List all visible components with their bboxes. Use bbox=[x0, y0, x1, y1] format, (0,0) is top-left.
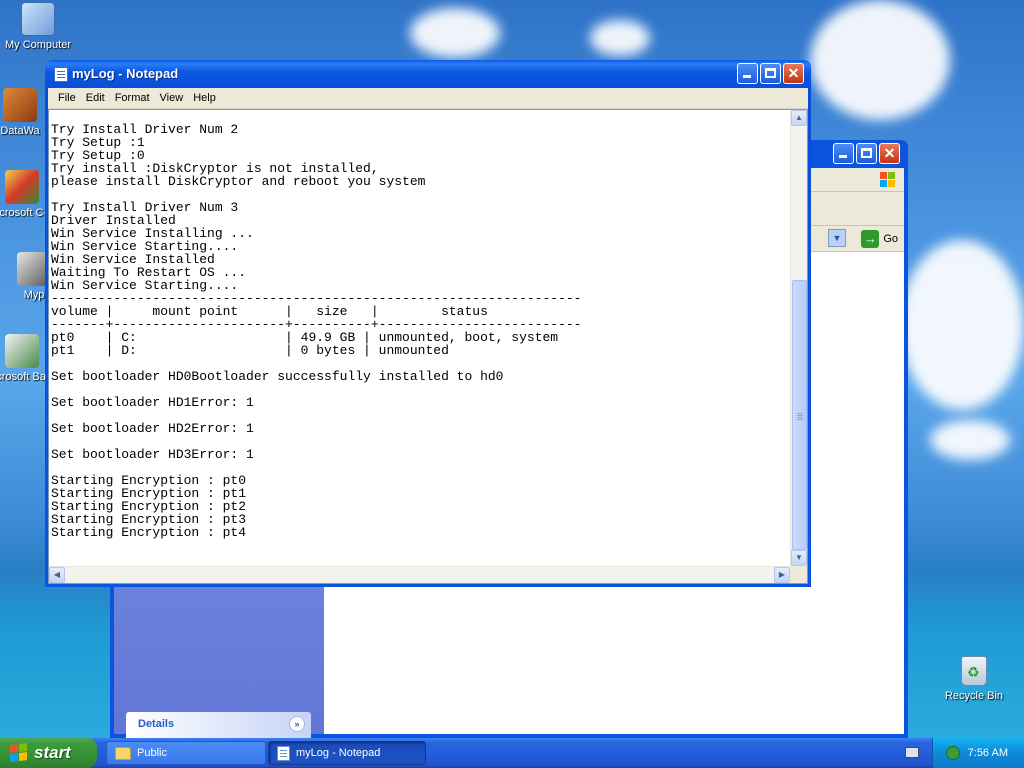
menu-file[interactable]: File bbox=[53, 92, 81, 104]
horizontal-scrollbar[interactable]: ◀ ▶ bbox=[49, 566, 790, 583]
scrollbar-thumb[interactable] bbox=[792, 280, 807, 550]
text-line: Set bootloader HD3Error: 1 bbox=[51, 447, 254, 462]
desktop-icon-recycle-bin[interactable]: Recycle Bin bbox=[938, 656, 1010, 702]
resize-grip[interactable] bbox=[790, 566, 807, 583]
maximize-button[interactable] bbox=[760, 63, 781, 84]
chevron-down-icon[interactable]: » bbox=[289, 716, 305, 732]
shortcut-icon bbox=[5, 334, 39, 368]
notepad-icon bbox=[277, 745, 290, 761]
scroll-left-button[interactable]: ◀ bbox=[49, 567, 65, 583]
shortcut-icon bbox=[3, 88, 37, 122]
cloud bbox=[900, 240, 1024, 410]
taskbar: start Public myLog - Notepad 7:56 AM bbox=[0, 738, 1024, 768]
clock[interactable]: 7:56 AM bbox=[968, 747, 1008, 759]
go-label: Go bbox=[883, 233, 898, 245]
minimize-button[interactable] bbox=[833, 143, 854, 164]
taskbar-button-label: myLog - Notepad bbox=[296, 747, 381, 759]
text-line: Set bootloader HD0Bootloader successfull… bbox=[51, 369, 504, 384]
editor-text[interactable]: Try Install Driver Num 2 Try Setup :1 Try … bbox=[51, 123, 787, 563]
minimize-button[interactable] bbox=[737, 63, 758, 84]
taskbar-button-label: Public bbox=[137, 747, 167, 759]
scroll-up-button[interactable]: ▲ bbox=[791, 110, 807, 126]
notepad-window[interactable]: myLog - Notepad ✕ File Edit Format View … bbox=[45, 60, 811, 587]
notepad-menu-bar: File Edit Format View Help bbox=[48, 88, 808, 109]
go-button[interactable]: → Go bbox=[861, 229, 898, 249]
text-line: please install DiskCryptor and reboot yo… bbox=[51, 174, 426, 189]
details-label: Details bbox=[138, 718, 175, 730]
start-button[interactable]: start bbox=[0, 738, 97, 768]
window-title: myLog - Notepad bbox=[72, 66, 179, 81]
start-label: start bbox=[34, 743, 71, 762]
text-editor[interactable]: Try Install Driver Num 2 Try Setup :1 Try … bbox=[48, 109, 808, 584]
scroll-down-button[interactable]: ▼ bbox=[791, 550, 807, 566]
text-line: pt1 | D: | 0 bytes | unmounted bbox=[51, 343, 449, 358]
maximize-button[interactable] bbox=[856, 143, 877, 164]
text-line: Try Install Driver Num 2 bbox=[51, 123, 239, 137]
cloud bbox=[930, 420, 1010, 460]
notepad-icon bbox=[54, 67, 68, 82]
menu-view[interactable]: View bbox=[155, 92, 189, 104]
scroll-right-button[interactable]: ▶ bbox=[774, 567, 790, 583]
recycle-bin-icon bbox=[961, 656, 987, 686]
go-arrow-icon: → bbox=[861, 230, 880, 248]
text-line: Try Setup :1 bbox=[51, 135, 145, 150]
network-icon[interactable] bbox=[945, 746, 960, 760]
taskbar-button-notepad[interactable]: myLog - Notepad bbox=[268, 741, 426, 765]
details-panel-header[interactable]: Details » bbox=[126, 712, 311, 738]
keyboard-icon[interactable] bbox=[905, 747, 919, 758]
vertical-scrollbar[interactable]: ▲ ▼ bbox=[790, 110, 807, 566]
desktop-icon-my-computer[interactable]: My Computer bbox=[0, 2, 78, 51]
desktop-icon-label: Recycle Bin bbox=[944, 690, 1004, 702]
text-line: Set bootloader HD2Error: 1 bbox=[51, 421, 254, 436]
cloud bbox=[410, 8, 500, 58]
folder-icon bbox=[115, 746, 131, 760]
windows-logo-icon bbox=[878, 170, 898, 190]
cloud bbox=[590, 20, 650, 56]
desktop-icon-label: My Computer bbox=[4, 39, 72, 51]
address-dropdown-button[interactable]: ▼ bbox=[828, 229, 846, 247]
system-tray: 7:56 AM bbox=[932, 738, 1024, 768]
close-button[interactable]: ✕ bbox=[879, 143, 900, 164]
text-line: Set bootloader HD1Error: 1 bbox=[51, 395, 254, 410]
menu-format[interactable]: Format bbox=[110, 92, 155, 104]
computer-icon bbox=[21, 2, 55, 36]
menu-edit[interactable]: Edit bbox=[81, 92, 110, 104]
taskbar-button-public[interactable]: Public bbox=[106, 741, 266, 765]
shortcut-icon bbox=[5, 170, 39, 204]
close-button[interactable]: ✕ bbox=[783, 63, 804, 84]
cloud bbox=[810, 0, 950, 120]
menu-help[interactable]: Help bbox=[188, 92, 221, 104]
notepad-title-bar[interactable]: myLog - Notepad ✕ bbox=[48, 60, 808, 88]
windows-logo-icon bbox=[10, 743, 28, 763]
text-line: Starting Encryption : pt4 bbox=[51, 525, 247, 540]
